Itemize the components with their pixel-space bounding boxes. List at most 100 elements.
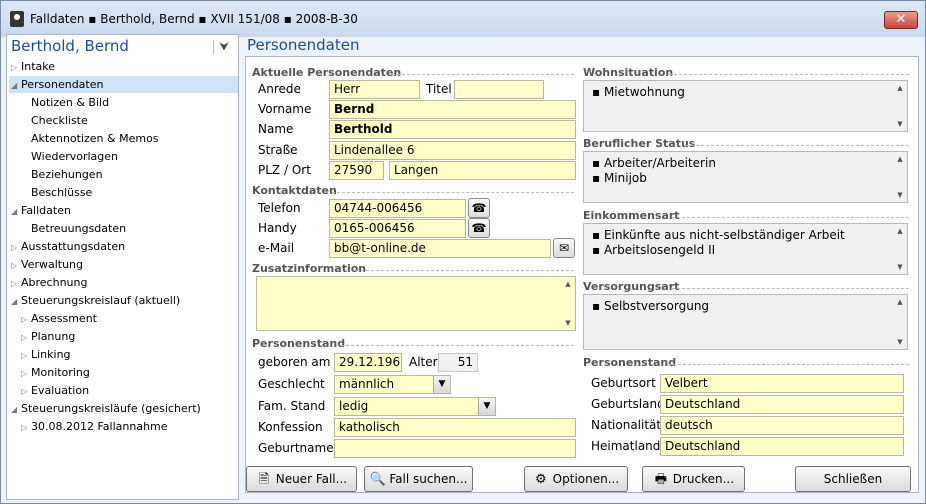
alter-label: Alter: [409, 355, 438, 369]
sidebar-item-notizen[interactable]: Notizen & Bild: [31, 94, 109, 111]
scroll-up-icon[interactable]: ▲: [894, 155, 906, 163]
sidebar-item-beziehungen[interactable]: Beziehungen: [31, 166, 103, 183]
schliessen-button[interactable]: Schließen: [795, 466, 911, 492]
heimatland-field[interactable]: Deutschland: [660, 437, 904, 456]
geschlecht-select[interactable]: männlich ▼: [334, 375, 451, 394]
expanded-triangle-icon[interactable]: ◢: [11, 293, 21, 310]
divider: [669, 74, 909, 75]
geburtname-field[interactable]: [334, 439, 576, 458]
geburtsland-field[interactable]: Deutschland: [660, 395, 904, 414]
sidebar-item-aktennotizen[interactable]: Aktennotizen & Memos: [31, 130, 159, 147]
sidebar-item-steuerungskreislaeufe-gesichert[interactable]: ◢ Steuerungskreisläufe (gesichert): [11, 400, 201, 417]
nationalitaet-field[interactable]: deutsch: [660, 416, 904, 435]
anrede-field[interactable]: Herr: [329, 80, 420, 99]
sidebar-item-label: Verwaltung: [21, 258, 83, 271]
expanded-triangle-icon[interactable]: ◢: [11, 203, 21, 220]
chevron-down-icon[interactable]: ▼: [478, 398, 495, 415]
fall-suchen-button[interactable]: 🔍 Fall suchen...: [364, 466, 473, 492]
sidebar-item-steuerungskreislauf-aktuell[interactable]: ◢ Steuerungskreislauf (aktuell): [11, 292, 180, 309]
phone-icon[interactable]: ☎: [468, 198, 490, 218]
geboren-field[interactable]: 29.12.1960: [334, 353, 402, 372]
scroll-up-icon[interactable]: ▲: [562, 280, 574, 288]
sidebar-item-label: Wiedervorlagen: [31, 150, 119, 163]
expand-triangle-icon[interactable]: ▷: [21, 329, 31, 346]
expand-triangle-icon[interactable]: ▷: [11, 239, 21, 256]
famstand-select[interactable]: ledig ▼: [334, 397, 496, 416]
collapse-icon[interactable]: ⮟: [219, 39, 229, 54]
vorname-field[interactable]: Bernd: [329, 100, 576, 119]
scroll-down-icon[interactable]: ▼: [562, 319, 574, 327]
list-item[interactable]: ▪ Einkünfte aus nicht-selbständiger Arbe…: [584, 228, 907, 243]
expand-triangle-icon[interactable]: ▷: [21, 347, 31, 364]
name-field[interactable]: Berthold: [329, 120, 576, 139]
sidebar-item-monitoring[interactable]: ▷ Monitoring: [21, 364, 90, 381]
versorgung-list[interactable]: ▪ Selbstversorgung ▲ ▼: [583, 294, 908, 350]
mail-icon[interactable]: ✉: [553, 238, 575, 258]
sidebar-item-evaluation[interactable]: ▷ Evaluation: [21, 382, 89, 399]
scroll-up-icon[interactable]: ▲: [894, 84, 906, 92]
handy-field[interactable]: 0165-006456: [329, 219, 466, 238]
scroll-down-icon[interactable]: ▼: [894, 263, 906, 271]
scroll-down-icon[interactable]: ▼: [894, 120, 906, 128]
expanded-triangle-icon[interactable]: ◢: [11, 401, 21, 418]
optionen-button[interactable]: ⚙ Optionen...: [524, 466, 628, 492]
sidebar-item-wiedervorlagen[interactable]: Wiedervorlagen: [31, 148, 118, 165]
sidebar-item-assessment[interactable]: ▷ Assessment: [21, 310, 97, 327]
scroll-up-icon[interactable]: ▲: [894, 298, 906, 306]
geburtsort-field[interactable]: Velbert: [660, 374, 904, 393]
expand-triangle-icon[interactable]: ▷: [11, 257, 21, 274]
plzort-label: PLZ / Ort: [258, 163, 311, 177]
close-window-button[interactable]: ✕: [884, 11, 918, 29]
telefon-field[interactable]: 04744-006456: [329, 199, 466, 218]
list-item[interactable]: ▪ Mietwohnung: [584, 85, 907, 100]
sidebar-item-ausstattungsdaten[interactable]: ▷ Ausstattungsdaten: [11, 238, 125, 255]
zusatzinfo-textarea[interactable]: ▲ ▼: [256, 276, 576, 331]
titel-field[interactable]: [454, 80, 544, 99]
expand-triangle-icon[interactable]: ▷: [21, 383, 31, 400]
sidebar-item-fallannahme[interactable]: ▷ 30.08.2012 Fallannahme: [21, 418, 168, 435]
expand-triangle-icon[interactable]: ▷: [21, 311, 31, 328]
chevron-down-icon[interactable]: ▼: [433, 376, 450, 393]
list-item[interactable]: ▪ Selbstversorgung: [584, 299, 907, 314]
scrollbar[interactable]: ▲ ▼: [894, 296, 906, 348]
neuer-fall-button[interactable]: 🗎 Neuer Fall...: [246, 466, 357, 492]
beruf-list[interactable]: ▪ Arbeiter/Arbeiterin ▪ Minijob ▲ ▼: [583, 151, 908, 203]
sidebar-item-label: Assessment: [31, 312, 97, 325]
scrollbar[interactable]: ▲ ▼: [562, 278, 574, 329]
scroll-up-icon[interactable]: ▲: [894, 227, 906, 235]
list-item[interactable]: ▪ Arbeitslosengeld II: [584, 243, 907, 258]
einkommen-list[interactable]: ▪ Einkünfte aus nicht-selbständiger Arbe…: [583, 223, 908, 275]
ort-field[interactable]: Langen: [389, 161, 576, 180]
list-item[interactable]: ▪ Minijob: [584, 171, 907, 186]
scrollbar[interactable]: ▲ ▼: [894, 153, 906, 201]
email-field[interactable]: bb@t-online.de: [329, 239, 551, 258]
expand-triangle-icon[interactable]: ▷: [21, 365, 31, 382]
scrollbar[interactable]: ▲ ▼: [894, 82, 906, 130]
sidebar-item-personendaten[interactable]: ◢ Personendaten: [9, 76, 238, 93]
scrollbar[interactable]: ▲ ▼: [894, 225, 906, 273]
strasse-field[interactable]: Lindenallee 6: [329, 141, 576, 160]
sidebar-item-betreuungsdaten[interactable]: Betreuungsdaten: [31, 220, 126, 237]
sidebar-item-planung[interactable]: ▷ Planung: [21, 328, 75, 345]
expand-triangle-icon[interactable]: ▷: [21, 419, 31, 436]
sidebar-item-checkliste[interactable]: Checkliste: [31, 112, 88, 129]
konfession-field[interactable]: katholisch: [334, 418, 576, 437]
expand-triangle-icon[interactable]: ▷: [11, 275, 21, 292]
phone-icon[interactable]: ☎: [468, 218, 490, 238]
sidebar-item-abrechnung[interactable]: ▷ Abrechnung: [11, 274, 87, 291]
sidebar-item-intake[interactable]: ▷ Intake: [11, 58, 55, 75]
sidebar-item-verwaltung[interactable]: ▷ Verwaltung: [11, 256, 83, 273]
expanded-triangle-icon[interactable]: ◢: [11, 77, 21, 94]
expand-triangle-icon[interactable]: ▷: [11, 59, 21, 76]
wohnsituation-list[interactable]: ▪ Mietwohnung ▲ ▼: [583, 80, 908, 132]
konfession-label: Konfession: [258, 420, 323, 434]
sidebar-item-linking[interactable]: ▷ Linking: [21, 346, 71, 363]
scroll-down-icon[interactable]: ▼: [894, 191, 906, 199]
drucken-button[interactable]: 🖶 Drucken...: [642, 466, 745, 492]
list-item[interactable]: ▪ Arbeiter/Arbeiterin: [584, 156, 907, 171]
sidebar-item-falldaten[interactable]: ◢ Falldaten: [11, 202, 71, 219]
scroll-down-icon[interactable]: ▼: [894, 338, 906, 346]
plz-field[interactable]: 27590: [329, 161, 384, 180]
divider: [668, 364, 909, 365]
sidebar-item-beschluesse[interactable]: Beschlüsse: [31, 184, 92, 201]
